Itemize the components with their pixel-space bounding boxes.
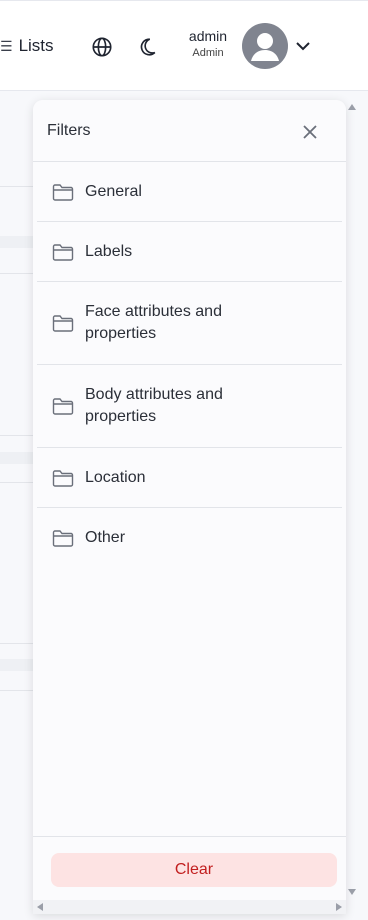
panel-title: Filters: [47, 122, 91, 139]
scroll-up-arrow[interactable]: [348, 104, 356, 110]
filter-group-location[interactable]: Location: [37, 448, 342, 508]
moon-icon: [140, 38, 156, 56]
user-name: admin: [188, 28, 228, 44]
top-bar: ☰ Lists admin Admin: [0, 0, 368, 91]
folder-icon: [52, 243, 74, 261]
folder-icon: [52, 183, 74, 201]
folder-icon: [52, 398, 74, 415]
filter-group-list: General Labels Face attributes and prope…: [37, 162, 342, 568]
filter-group-label: Face attributes and properties: [85, 303, 222, 342]
filter-group-other[interactable]: Other: [37, 508, 342, 568]
filter-group-label: Location: [85, 468, 146, 486]
filter-group-label: Other: [85, 529, 126, 546]
language-button[interactable]: [90, 35, 114, 59]
filter-group-label: General: [85, 182, 142, 200]
close-icon[interactable]: [300, 122, 320, 142]
scroll-right-arrow[interactable]: [336, 903, 342, 911]
user-info: admin Admin: [186, 28, 230, 60]
avatar[interactable]: [242, 23, 288, 69]
filter-group-label: Body attributes and properties: [85, 386, 223, 425]
filter-group-label: Labels: [85, 242, 133, 260]
menu-icon: ☰: [0, 37, 13, 54]
theme-toggle-button[interactable]: [135, 35, 159, 59]
filters-header: Filters: [33, 100, 346, 162]
chevron-down-icon[interactable]: [294, 37, 312, 55]
filter-group-body-attributes[interactable]: Body attributes and properties: [37, 365, 342, 448]
clear-button[interactable]: Clear: [51, 853, 337, 887]
folder-icon: [52, 315, 74, 332]
scroll-left-arrow[interactable]: [37, 903, 43, 911]
scroll-down-arrow[interactable]: [348, 889, 356, 895]
user-role: Admin: [192, 47, 224, 60]
filter-group-labels[interactable]: Labels: [37, 222, 342, 282]
filter-group-face-attributes[interactable]: Face attributes and properties: [37, 282, 342, 365]
user-avatar-icon: [251, 33, 279, 61]
folder-icon: [52, 530, 74, 547]
filter-group-general[interactable]: General: [37, 162, 342, 222]
folder-icon: [52, 469, 74, 487]
horizontal-scrollbar[interactable]: [33, 900, 346, 914]
lists-nav-link[interactable]: ☰ Lists: [0, 34, 54, 58]
filters-panel: Filters General Labels Face attributes a…: [33, 100, 346, 914]
lists-label: Lists: [18, 36, 54, 55]
globe-icon: [92, 37, 112, 57]
